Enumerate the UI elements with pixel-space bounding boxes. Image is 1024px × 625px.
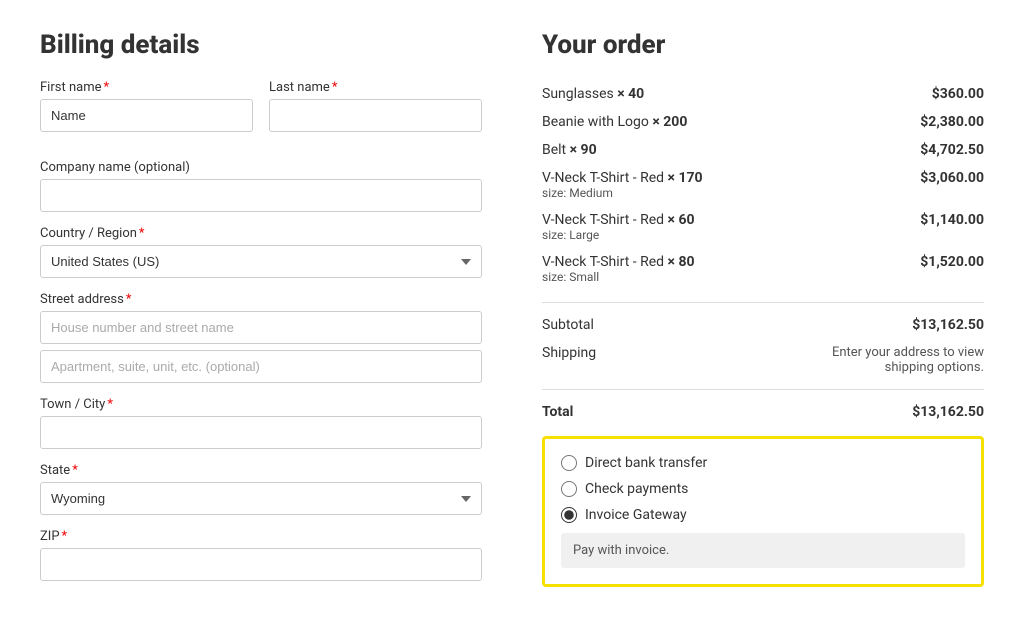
subtotal-value: $13,162.50 <box>912 317 984 333</box>
zip-group: ZIP* <box>40 529 482 581</box>
state-select[interactable]: Wyoming Alabama Alaska Arizona Californi… <box>40 482 482 515</box>
order-item-name: V-Neck T-Shirt - Red × 80 size: Small <box>542 248 858 290</box>
subtotal-row: Subtotal $13,162.50 <box>542 311 984 339</box>
order-item-name: V-Neck T-Shirt - Red × 170 size: Medium <box>542 164 858 206</box>
shipping-label: Shipping <box>542 345 596 375</box>
payment-label-check[interactable]: Check payments <box>585 481 688 497</box>
company-name-input[interactable] <box>40 179 482 212</box>
order-item-price: $4,702.50 <box>858 136 984 164</box>
shipping-row: Shipping Enter your address to view ship… <box>542 339 984 381</box>
invoice-note: Pay with invoice. <box>561 533 965 568</box>
last-name-group: Last name* <box>269 80 482 132</box>
payment-option-bank: Direct bank transfer <box>561 455 965 471</box>
first-name-input[interactable] <box>40 99 253 132</box>
payment-radio-invoice[interactable] <box>561 507 577 523</box>
order-item-row: Beanie with Logo × 200 $2,380.00 <box>542 108 984 136</box>
zip-input[interactable] <box>40 548 482 581</box>
payment-box: Direct bank transfer Check payments Invo… <box>542 436 984 587</box>
order-item-row: V-Neck T-Shirt - Red × 170 size: Medium … <box>542 164 984 206</box>
billing-title: Billing details <box>40 30 482 60</box>
company-name-group: Company name (optional) <box>40 160 482 212</box>
subtotal-label: Subtotal <box>542 317 594 333</box>
order-item-price: $3,060.00 <box>858 164 984 206</box>
state-group: State* Wyoming Alabama Alaska Arizona Ca… <box>40 463 482 515</box>
divider-1 <box>542 302 984 303</box>
zip-label: ZIP* <box>40 529 482 544</box>
order-item-price: $1,520.00 <box>858 248 984 290</box>
total-value: $13,162.50 <box>912 404 984 420</box>
divider-2 <box>542 389 984 390</box>
first-name-label: First name* <box>40 80 253 95</box>
street-address-group: Street address* <box>40 292 482 383</box>
order-item-row: Belt × 90 $4,702.50 <box>542 136 984 164</box>
town-city-input[interactable] <box>40 416 482 449</box>
payment-option-invoice: Invoice Gateway <box>561 507 965 523</box>
order-item-meta: size: Medium <box>542 186 858 200</box>
order-item-price: $1,140.00 <box>858 206 984 248</box>
order-title: Your order <box>542 30 984 60</box>
street-address-label: Street address* <box>40 292 482 307</box>
order-item-meta: size: Small <box>542 270 858 284</box>
order-item-meta: size: Large <box>542 228 858 242</box>
town-city-group: Town / City* <box>40 397 482 449</box>
order-items-table: Sunglasses × 40 $360.00 Beanie with Logo… <box>542 80 984 290</box>
payment-radio-check[interactable] <box>561 481 577 497</box>
order-item-row: V-Neck T-Shirt - Red × 60 size: Large $1… <box>542 206 984 248</box>
payment-radio-bank[interactable] <box>561 455 577 471</box>
country-select[interactable]: United States (US) Canada United Kingdom… <box>40 245 482 278</box>
town-city-label: Town / City* <box>40 397 482 412</box>
payment-option-check: Check payments <box>561 481 965 497</box>
total-row: Total $13,162.50 <box>542 398 984 426</box>
billing-details-section: Billing details First name* Last name* C… <box>40 30 482 595</box>
company-name-label: Company name (optional) <box>40 160 482 175</box>
order-item-row: Sunglasses × 40 $360.00 <box>542 80 984 108</box>
order-item-row: V-Neck T-Shirt - Red × 80 size: Small $1… <box>542 248 984 290</box>
shipping-value: Enter your address to view shipping opti… <box>784 345 984 375</box>
street-address-input-2[interactable] <box>40 350 482 383</box>
order-item-name: Belt × 90 <box>542 136 858 164</box>
order-item-name: Sunglasses × 40 <box>542 80 858 108</box>
payment-label-bank[interactable]: Direct bank transfer <box>585 455 707 471</box>
order-item-name: V-Neck T-Shirt - Red × 60 size: Large <box>542 206 858 248</box>
payment-label-invoice[interactable]: Invoice Gateway <box>585 507 687 523</box>
last-name-input[interactable] <box>269 99 482 132</box>
state-label: State* <box>40 463 482 478</box>
country-label: Country / Region* <box>40 226 482 241</box>
order-section: Your order Sunglasses × 40 $360.00 Beani… <box>542 30 984 595</box>
order-item-price: $2,380.00 <box>858 108 984 136</box>
country-group: Country / Region* United States (US) Can… <box>40 226 482 278</box>
street-address-input-1[interactable] <box>40 311 482 344</box>
last-name-label: Last name* <box>269 80 482 95</box>
order-item-name: Beanie with Logo × 200 <box>542 108 858 136</box>
order-item-price: $360.00 <box>858 80 984 108</box>
first-name-group: First name* <box>40 80 253 132</box>
total-label: Total <box>542 404 573 420</box>
